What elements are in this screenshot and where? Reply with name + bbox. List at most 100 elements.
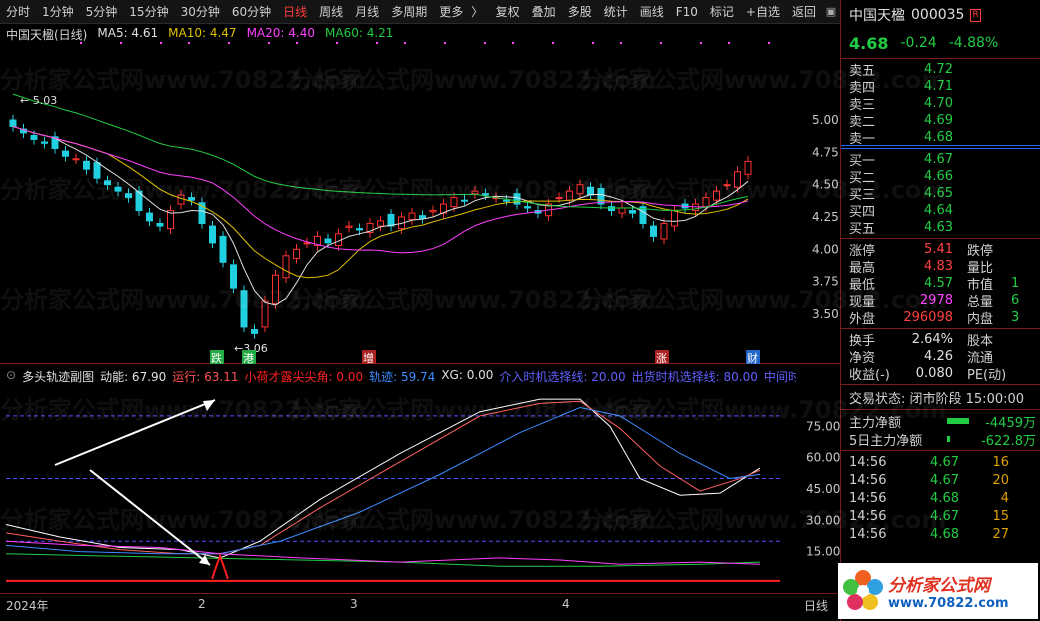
- bid-label: 买五: [849, 222, 876, 237]
- candle-body: [629, 210, 636, 214]
- tick-row: 14:56 4.68 27: [841, 525, 1040, 543]
- main-legend: 中国天楹(日线) MA5: 4.61 MA10: 4.47 MA20: 4.40…: [6, 26, 393, 43]
- ma20-line: [12, 125, 749, 254]
- price-axis-label: 4.25: [812, 210, 839, 224]
- signal-dot: [728, 42, 730, 44]
- ma20-value: MA20: 4.40: [246, 26, 315, 40]
- bid-level-2[interactable]: 买二 4.66: [841, 168, 1040, 186]
- panel-toggle-icon[interactable]: ▣: [822, 0, 840, 24]
- tab-0[interactable]: 分时: [0, 0, 36, 24]
- stock-period-label: 中国天楹(日线): [6, 28, 88, 42]
- candle-body: [618, 207, 626, 214]
- indicator-axis-label: 15.00: [806, 545, 840, 559]
- indicator-name[interactable]: 多头轨迹副图: [22, 368, 94, 385]
- tick-row: 14:56 4.67 20: [841, 471, 1040, 489]
- candle-body: [408, 212, 416, 221]
- candle-body: [72, 158, 80, 161]
- tab-1[interactable]: 1分钟: [36, 0, 80, 24]
- event-tag: 财: [747, 351, 758, 364]
- bid-level-5[interactable]: 买五 4.63: [841, 219, 1040, 237]
- ask-level-1[interactable]: 卖一 4.68: [841, 129, 1040, 147]
- fund-row: 收益(-) 0.080 PE(动): [841, 365, 1040, 383]
- candle-body: [125, 193, 132, 199]
- candle-body: [146, 212, 153, 222]
- candle-body: [566, 190, 573, 201]
- price-change: -0.24: [900, 35, 937, 51]
- tool-button-3[interactable]: 统计: [598, 0, 634, 24]
- tool-button-7[interactable]: +自选: [740, 0, 786, 24]
- event-tag: 涨: [656, 352, 667, 364]
- bid-level-1[interactable]: 买一 4.67: [841, 151, 1040, 169]
- tab-8[interactable]: 月线: [349, 0, 385, 24]
- fund-value: 0.080: [915, 366, 953, 381]
- ask-level-4[interactable]: 卖四 4.71: [841, 78, 1040, 96]
- flow-label: 5日主力净额: [849, 433, 923, 449]
- tab-10[interactable]: 更多: [433, 0, 469, 24]
- signal-dot: [700, 42, 702, 44]
- tab-6[interactable]: 日线: [277, 0, 313, 24]
- indicator-canvas[interactable]: 75.00 60.00 45.00 30.00 15.00: [0, 365, 840, 593]
- kline-canvas: 5.004.754.504.254.003.753.50← 5.03←3.06跌…: [9, 42, 839, 364]
- bid-price: 4.65: [924, 186, 953, 201]
- axis-month-feb: 2: [198, 597, 206, 611]
- candle-body: [177, 194, 185, 205]
- tool-button-6[interactable]: 标记: [704, 0, 740, 24]
- tick-time: 14:56: [849, 490, 887, 506]
- ask-level-5[interactable]: 卖五 4.72: [841, 61, 1040, 79]
- signal-dot: [592, 42, 594, 44]
- tick-time: 14:56: [849, 472, 887, 488]
- tool-button-8[interactable]: 返回: [786, 0, 822, 24]
- candle-body: [41, 141, 48, 144]
- bid-level-4[interactable]: 买四 4.64: [841, 202, 1040, 220]
- bid-price: 4.66: [924, 169, 953, 184]
- tab-5[interactable]: 60分钟: [226, 0, 277, 24]
- candle-body: [188, 197, 195, 201]
- indicator-axis-label: 45.00: [806, 482, 840, 496]
- tab-7[interactable]: 周线: [313, 0, 349, 24]
- kline-chart[interactable]: 5.00 4.75 4.50 4.25 4.00 3.75 3.50 ← 5.03 ←3.06 跌…: [0, 24, 840, 364]
- candle-body: [555, 197, 563, 200]
- candle-body: [471, 190, 479, 195]
- indicator-settings-icon[interactable]: ⊙: [6, 368, 16, 385]
- bid-level-3[interactable]: 买三 4.65: [841, 185, 1040, 203]
- fund-label-2: PE(动): [967, 368, 1007, 383]
- more-arrow-icon[interactable]: 〉: [469, 0, 485, 24]
- stat-row: 最低 4.57 市值 1: [841, 275, 1040, 293]
- tool-button-5[interactable]: F10: [670, 0, 704, 24]
- ask-price: 4.71: [924, 79, 953, 94]
- ask-price: 4.70: [924, 96, 953, 111]
- candle-body: [282, 255, 290, 279]
- green-line: [5, 553, 761, 567]
- candle-body: [356, 228, 363, 231]
- tick-volume: 27: [992, 526, 1009, 542]
- signal-dot: [660, 42, 662, 44]
- indicator-axis-label: 60.00: [806, 451, 840, 465]
- tab-4[interactable]: 30分钟: [175, 0, 226, 24]
- flow-bar: [947, 436, 950, 442]
- tool-button-2[interactable]: 多股: [562, 0, 598, 24]
- signal-dot: [620, 42, 622, 44]
- candle-body: [429, 210, 437, 213]
- ma60-line: [12, 93, 749, 211]
- tick-time: 14:56: [849, 454, 887, 470]
- tab-9[interactable]: 多周期: [385, 0, 433, 24]
- candle-body: [419, 215, 426, 219]
- site-logo: 分析家公式网 www.70822.com: [838, 563, 1038, 619]
- candle-body: [587, 186, 594, 196]
- candle-body: [272, 274, 279, 305]
- stat-row: 现量 2978 总量 6: [841, 292, 1040, 310]
- tool-button-1[interactable]: 叠加: [526, 0, 562, 24]
- tool-button-0[interactable]: 复权: [490, 0, 526, 24]
- tick-time: 14:56: [849, 508, 887, 524]
- tab-3[interactable]: 15分钟: [123, 0, 174, 24]
- axis-month-apr: 4: [562, 597, 570, 611]
- ask-level-2[interactable]: 卖二 4.69: [841, 112, 1040, 130]
- tool-button-4[interactable]: 画线: [634, 0, 670, 24]
- indicator-value-4: XG: 0.00: [441, 368, 494, 382]
- candle-body: [9, 119, 17, 127]
- candle-body: [450, 197, 458, 208]
- stat-row: 外盘 296098 内盘 3: [841, 309, 1040, 327]
- tab-2[interactable]: 5分钟: [80, 0, 124, 24]
- ask-level-3[interactable]: 卖三 4.70: [841, 95, 1040, 113]
- last-price: 4.68: [849, 33, 889, 53]
